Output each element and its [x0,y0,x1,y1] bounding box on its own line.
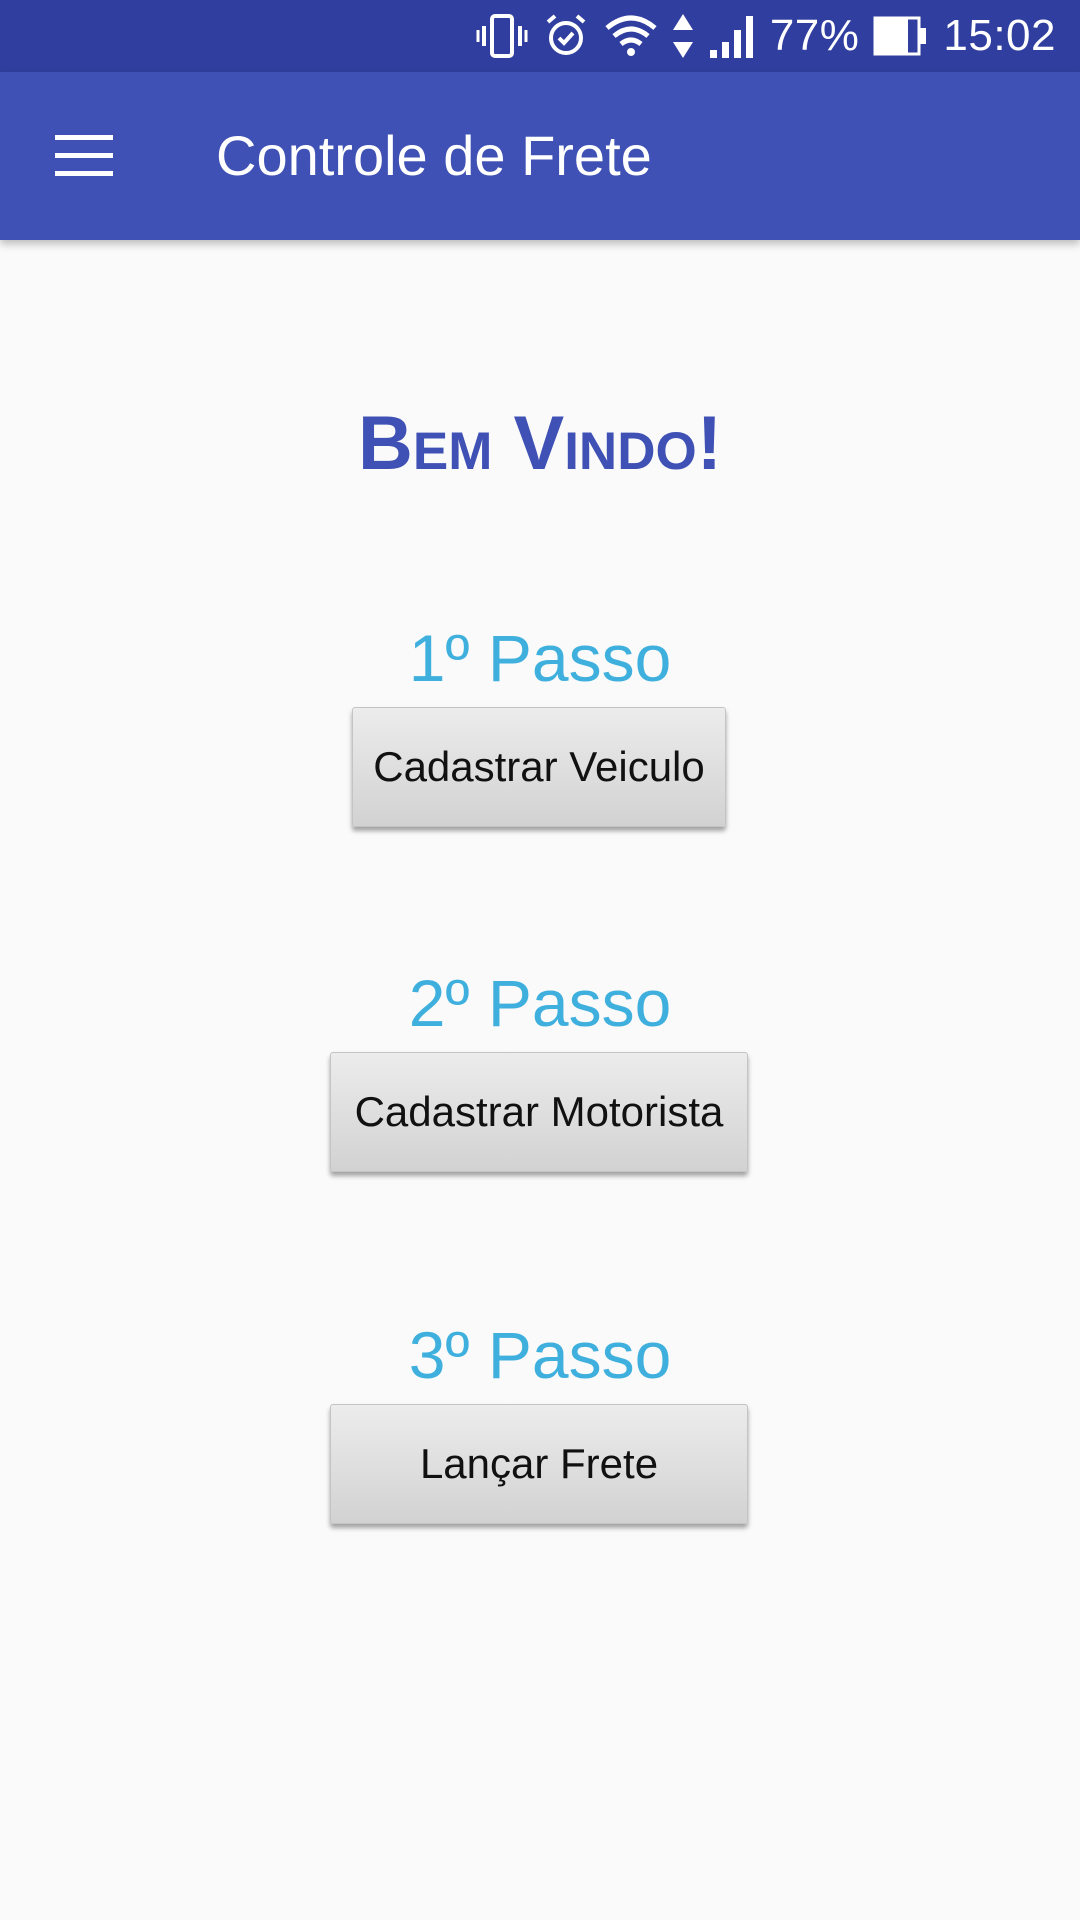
alarm-icon [542,12,590,60]
status-bar: 77% 15:02 [0,0,1080,72]
battery-percent: 77% [769,11,860,60]
status-icons: 77% 15:02 [476,0,1056,72]
clock: 15:02 [943,11,1056,60]
welcome-heading: Bem Vindo! [358,401,722,486]
signal-icon [708,12,756,60]
cadastrar-motorista-button[interactable]: Cadastrar Motorista [330,1052,748,1172]
app-bar: Controle de Frete [0,72,1080,240]
step-3-label: 3º Passo [408,1318,672,1392]
main-content: Bem Vindo! 1º Passo Cadastrar Veiculo 2º… [0,240,1080,1920]
battery-icon [873,12,929,60]
lancar-frete-button[interactable]: Lançar Frete [330,1404,748,1524]
hamburger-menu-icon[interactable] [30,106,138,206]
step-2-label: 2º Passo [408,966,672,1040]
data-arrows-icon [672,12,694,60]
app-title: Controle de Frete [216,124,652,187]
wifi-icon [604,12,658,60]
cadastrar-veiculo-button[interactable]: Cadastrar Veiculo [352,707,726,827]
vibrate-icon [476,12,528,60]
step-1-label: 1º Passo [408,621,672,695]
